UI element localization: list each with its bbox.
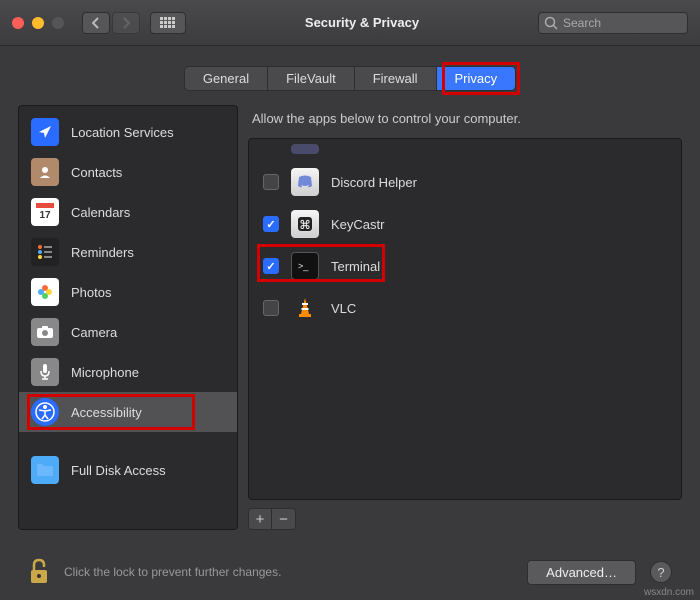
app-icon [291, 144, 319, 154]
list-item[interactable]: VLC [249, 287, 681, 329]
zoom-window-button[interactable] [52, 17, 64, 29]
tab-firewall[interactable]: Firewall [355, 67, 437, 90]
discord-icon [291, 168, 319, 196]
calendar-icon: 17 [31, 198, 59, 226]
chevron-right-icon [122, 17, 130, 29]
folder-icon [31, 456, 59, 484]
sidebar-item-reminders[interactable]: Reminders [19, 232, 237, 272]
traffic-lights [12, 17, 64, 29]
advanced-button[interactable]: Advanced… [527, 560, 636, 585]
list-item[interactable] [249, 143, 681, 161]
footer: Click the lock to prevent further change… [0, 544, 700, 600]
app-permission-list[interactable]: Discord Helper ✓ ⌘ KeyCastr ✓ >_ Termina… [248, 138, 682, 500]
sidebar-item-label: Microphone [71, 365, 139, 380]
watermark: wsxdn.com [644, 587, 694, 598]
app-name: Terminal [331, 259, 380, 274]
sidebar-item-label: Contacts [71, 165, 122, 180]
svg-text:⌘: ⌘ [299, 218, 311, 232]
close-window-button[interactable] [12, 17, 24, 29]
camera-icon [31, 318, 59, 346]
minimize-window-button[interactable] [32, 17, 44, 29]
titlebar: Security & Privacy [0, 0, 700, 46]
keycastr-icon: ⌘ [291, 210, 319, 238]
lock-hint-text: Click the lock to prevent further change… [64, 565, 513, 579]
search-field[interactable] [538, 12, 688, 34]
sidebar-item-label: Camera [71, 325, 117, 340]
forward-button[interactable] [112, 12, 140, 34]
permission-checkbox[interactable] [263, 174, 279, 190]
permission-checkbox[interactable]: ✓ [263, 216, 279, 232]
contacts-icon [31, 158, 59, 186]
svg-text:17: 17 [39, 210, 51, 221]
svg-text:>_: >_ [298, 261, 309, 271]
add-app-button[interactable]: + [248, 508, 272, 530]
reminders-icon [31, 238, 59, 266]
vlc-icon [291, 294, 319, 322]
search-input[interactable] [538, 12, 688, 34]
instruction-text: Allow the apps below to control your com… [248, 105, 682, 138]
tab-bar: General FileVault Firewall Privacy [0, 46, 700, 105]
tab-general[interactable]: General [185, 67, 268, 90]
show-all-button[interactable] [150, 12, 186, 34]
sidebar-item-camera[interactable]: Camera [19, 312, 237, 352]
permission-checkbox[interactable] [263, 300, 279, 316]
sidebar-item-label: Full Disk Access [71, 463, 166, 478]
app-name: Discord Helper [331, 175, 417, 190]
window-title: Security & Privacy [196, 15, 528, 30]
chevron-left-icon [92, 17, 100, 29]
sidebar-item-location[interactable]: Location Services [19, 112, 237, 152]
search-icon [544, 16, 558, 30]
app-name: KeyCastr [331, 217, 384, 232]
sidebar-item-label: Photos [71, 285, 111, 300]
app-name: VLC [331, 301, 356, 316]
sidebar-item-calendars[interactable]: 17 Calendars [19, 192, 237, 232]
grid-icon [160, 17, 176, 29]
sidebar-item-accessibility[interactable]: Accessibility [19, 392, 237, 432]
preferences-window: Security & Privacy General FileVault Fir… [0, 0, 700, 600]
list-item[interactable]: ✓ ⌘ KeyCastr [249, 203, 681, 245]
tab-filevault[interactable]: FileVault [268, 67, 355, 90]
permission-checkbox[interactable]: ✓ [263, 258, 279, 274]
sidebar-item-label: Calendars [71, 205, 130, 220]
microphone-icon [31, 358, 59, 386]
tab-privacy[interactable]: Privacy [437, 67, 516, 90]
sidebar-item-label: Location Services [71, 125, 174, 140]
sidebar-item-full-disk[interactable]: Full Disk Access [19, 450, 237, 490]
sidebar-item-label: Reminders [71, 245, 134, 260]
lock-icon[interactable] [28, 558, 50, 586]
sidebar-item-photos[interactable]: Photos [19, 272, 237, 312]
back-button[interactable] [82, 12, 110, 34]
photos-icon [31, 278, 59, 306]
list-item[interactable]: ✓ >_ Terminal [249, 245, 681, 287]
privacy-category-sidebar[interactable]: Location Services Contacts 17 Calendars … [18, 105, 238, 530]
terminal-icon: >_ [291, 252, 319, 280]
sidebar-item-label: Accessibility [71, 405, 142, 420]
main-panel: Allow the apps below to control your com… [248, 105, 682, 530]
accessibility-icon [31, 398, 59, 426]
remove-app-button[interactable]: − [272, 508, 296, 530]
list-item[interactable]: Discord Helper [249, 161, 681, 203]
sidebar-item-microphone[interactable]: Microphone [19, 352, 237, 392]
sidebar-item-contacts[interactable]: Contacts [19, 152, 237, 192]
help-button[interactable]: ? [650, 561, 672, 583]
location-icon [31, 118, 59, 146]
